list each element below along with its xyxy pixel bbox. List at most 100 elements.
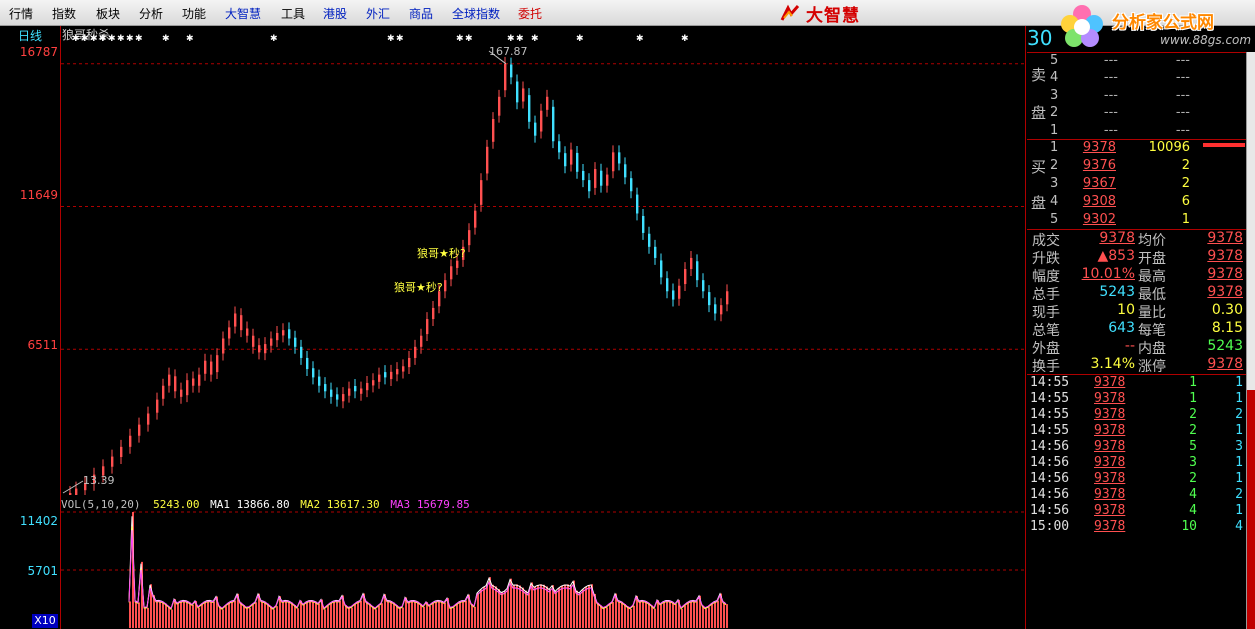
signal-marker: ✱ — [108, 34, 116, 44]
volume-bar — [231, 601, 233, 628]
tick-row: 14:55 9378 2 2 — [1030, 407, 1245, 423]
candle-body — [210, 361, 213, 375]
volume-bar — [501, 592, 503, 628]
sell-volume: --- — [1175, 53, 1190, 68]
candle-body — [402, 366, 405, 372]
menu-item-forex[interactable]: 外汇 — [366, 5, 390, 22]
volume-bar — [399, 608, 401, 628]
volume-bar — [471, 603, 473, 628]
volume-bar — [270, 606, 272, 628]
candle-body — [456, 260, 459, 268]
volume-bar — [663, 601, 665, 628]
volume-bar — [411, 600, 413, 628]
volume-bar — [717, 600, 719, 628]
vol-axis-label-mid: 5701 — [27, 564, 58, 578]
menu-item-orders[interactable]: 委托 — [518, 5, 542, 22]
signal-marker: ✱ — [681, 34, 689, 44]
candle-body — [594, 169, 597, 188]
volume-bar — [423, 606, 425, 628]
volume-bar — [426, 602, 428, 628]
candle-body — [552, 106, 555, 142]
volume-bar — [387, 600, 389, 628]
volume-bar — [249, 607, 251, 628]
tick-price: 9378 — [1094, 407, 1126, 422]
buy-price[interactable]: 9376 — [1072, 158, 1116, 173]
menu-item-commodities[interactable]: 商品 — [409, 5, 433, 22]
volume-bar — [624, 604, 626, 628]
candle-body — [342, 394, 345, 402]
candle-body — [576, 152, 579, 172]
volume-bar — [486, 584, 488, 628]
menu-item-sector[interactable]: 板块 — [96, 5, 120, 22]
volume-bar — [456, 604, 458, 628]
menu-item-functions[interactable]: 功能 — [182, 5, 206, 22]
volume-bar — [354, 604, 356, 628]
sell-price[interactable]: --- — [1080, 123, 1118, 138]
menu-item-hk-stocks[interactable]: 港股 — [323, 5, 347, 22]
menu-item-index[interactable]: 指数 — [52, 5, 76, 22]
stat-label: 现手 — [1032, 305, 1060, 321]
candle-body — [468, 230, 471, 246]
menu-item-tools[interactable]: 工具 — [281, 5, 305, 22]
bid-volume-bar — [1203, 143, 1245, 147]
volume-bar — [618, 600, 620, 628]
candle-body — [318, 376, 321, 386]
buy-caption-1: 买 — [1031, 158, 1047, 176]
menu-item-dzh[interactable]: 大智慧 — [225, 5, 261, 22]
tick-row: 14:55 9378 2 1 — [1030, 423, 1245, 439]
buy-volume: 10096 — [1148, 140, 1190, 155]
tick-row: 14:56 9378 2 1 — [1030, 471, 1245, 487]
buy-price[interactable]: 9302 — [1072, 212, 1116, 227]
sell-price[interactable]: --- — [1080, 70, 1118, 85]
volume-bar — [312, 600, 314, 628]
menu-item-quotes[interactable]: 行情 — [9, 5, 33, 22]
volume-bar — [129, 601, 131, 628]
candle-body — [384, 372, 387, 378]
candle-body — [534, 122, 537, 136]
price-chart[interactable]: ✱ ✱ ✱ ✱ ✱ ✱ ✱ ✱ ✱ ✱ ✱ ✱ ✱ ✱ ✱ ✱ ✱ ✱ ✱ ✱ ✱ 167.87 13.39 狼哥★秒?… — [61, 27, 1025, 495]
signal-marker: ✱ — [465, 34, 473, 44]
signal-marker: ✱ — [117, 34, 125, 44]
buy-level: 2 — [1050, 158, 1059, 173]
buy-price[interactable]: 9367 — [1072, 176, 1116, 191]
volume-bar — [531, 582, 533, 628]
volume-bar — [702, 605, 704, 628]
volume-bar — [255, 602, 257, 628]
scrollbar-thumb[interactable] — [1247, 390, 1255, 629]
tick-time: 14:56 — [1030, 455, 1070, 470]
candle-body — [228, 327, 231, 339]
volume-bar — [561, 585, 563, 628]
candle-body — [654, 246, 657, 258]
volume-bar — [687, 602, 689, 628]
volume-bar — [162, 601, 164, 628]
candle-body — [408, 357, 411, 368]
signal-marker: ✱ — [99, 34, 107, 44]
buy-price[interactable]: 9308 — [1072, 194, 1116, 209]
period-tab-daily[interactable]: 日线 — [18, 27, 42, 44]
volume-bar — [336, 600, 338, 628]
volume-bar — [201, 604, 203, 628]
y-axis-label-high: 16787 — [19, 45, 58, 59]
volume-bar — [474, 606, 476, 628]
volume-chart[interactable] — [61, 510, 1025, 629]
candle-body — [546, 96, 549, 110]
volume-bar — [390, 600, 392, 628]
tick-time: 14:56 — [1030, 503, 1070, 518]
volume-bar — [597, 602, 599, 628]
scrollbar[interactable] — [1246, 52, 1255, 629]
sell-price[interactable]: --- — [1080, 53, 1118, 68]
volume-bar — [558, 588, 560, 628]
volume-bar — [240, 602, 242, 628]
buy-price[interactable]: 9378 — [1072, 140, 1116, 155]
tick-count: 3 — [1235, 439, 1243, 454]
candle-body — [366, 382, 369, 391]
menu-item-analysis[interactable]: 分析 — [139, 5, 163, 22]
menu-item-global-index[interactable]: 全球指数 — [452, 5, 500, 22]
sell-price[interactable]: --- — [1080, 105, 1118, 120]
candle-body — [726, 291, 729, 305]
site-logo-text: 分析家公式网 — [1112, 13, 1214, 33]
stat-value: 9378 — [1207, 284, 1243, 300]
sell-price[interactable]: --- — [1080, 88, 1118, 103]
brand: 大智慧 — [780, 2, 860, 26]
candle-body — [336, 394, 339, 400]
